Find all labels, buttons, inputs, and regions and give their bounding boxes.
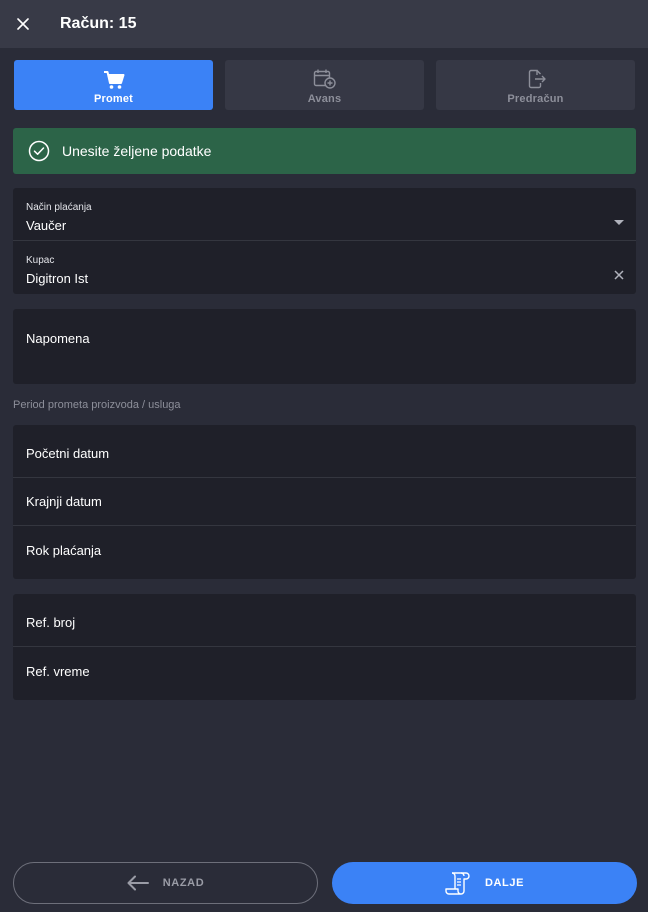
close-button[interactable] <box>0 0 46 48</box>
period-card: Početni datum Krajnji datum Rok plaćanja <box>13 425 636 579</box>
tab-promet[interactable]: Promet <box>14 60 213 110</box>
dropdown-arrow-icon[interactable] <box>614 213 624 231</box>
close-icon <box>17 18 29 30</box>
tab-label: Avans <box>307 92 342 105</box>
payment-method-select[interactable]: Način plaćanja Vaučer <box>13 188 636 241</box>
document-export-icon <box>528 69 546 88</box>
payment-method-label: Način plaćanja <box>26 202 92 213</box>
reference-card: Ref. broj Ref. vreme <box>13 594 636 700</box>
page-title: Račun: 15 <box>60 15 137 32</box>
customer-value: Digitron Ist <box>26 271 89 286</box>
period-section-label: Period prometa proizvoda / usluga <box>13 399 181 411</box>
start-date-field[interactable]: Početni datum <box>13 430 636 478</box>
tab-avans[interactable]: Avans <box>225 60 424 110</box>
next-button-label: DALJE <box>484 877 525 889</box>
due-date-field[interactable]: Rok plaćanja <box>13 526 636 574</box>
alert-text: Unesite željene podatke <box>62 143 212 159</box>
cart-icon <box>103 70 124 89</box>
arrow-left-icon <box>127 875 149 891</box>
note-field[interactable]: Napomena <box>13 309 636 384</box>
customer-field[interactable]: Kupac Digitron Ist <box>13 241 636 294</box>
next-button[interactable]: DALJE <box>332 862 637 904</box>
tab-label: Promet <box>93 92 134 105</box>
clear-icon[interactable] <box>614 267 624 285</box>
payment-card: Način plaćanja Vaučer Kupac Digitron Ist <box>13 188 636 294</box>
ref-number-field[interactable]: Ref. broj <box>13 599 636 647</box>
document-type-tabs: Promet Avans Predračun <box>14 60 635 110</box>
top-bar: Račun: 15 <box>0 0 648 48</box>
tab-label: Predračun <box>507 92 564 105</box>
back-button[interactable]: NAZAD <box>13 862 318 904</box>
customer-label: Kupac <box>26 255 55 266</box>
receipt-icon <box>445 872 470 895</box>
calendar-plus-icon <box>313 69 336 89</box>
check-circle-icon <box>28 140 50 162</box>
back-button-label: NAZAD <box>162 877 205 889</box>
end-date-field[interactable]: Krajnji datum <box>13 478 636 526</box>
tab-predracun[interactable]: Predračun <box>436 60 635 110</box>
payment-method-value: Vaučer <box>26 218 67 233</box>
info-alert: Unesite željene podatke <box>13 128 636 174</box>
note-label: Napomena <box>26 331 90 346</box>
ref-time-field[interactable]: Ref. vreme <box>13 647 636 695</box>
